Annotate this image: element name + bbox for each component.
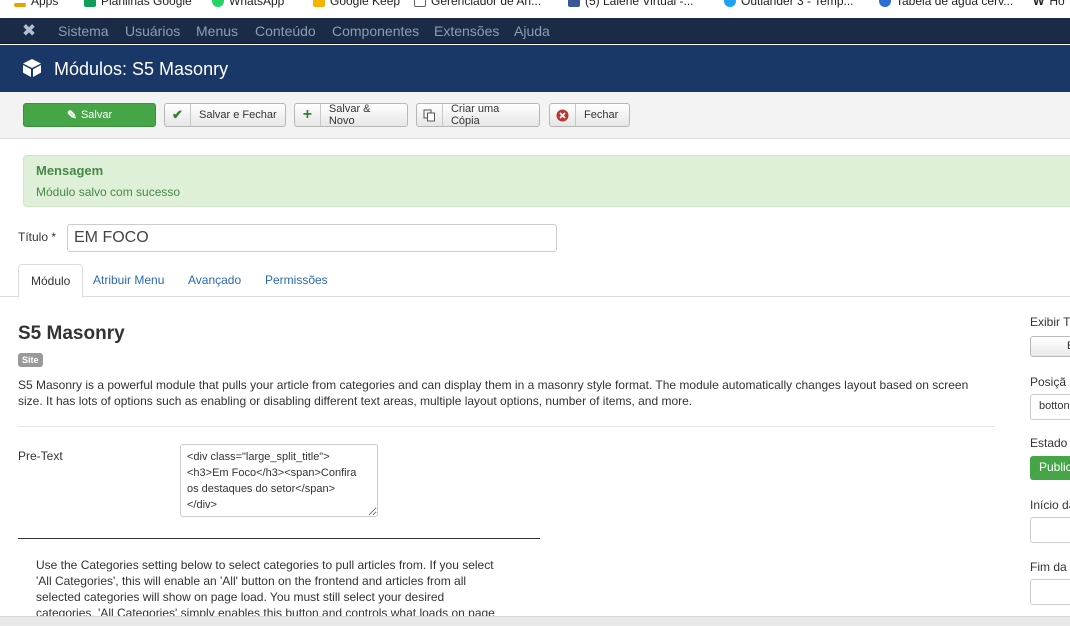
tab-permissoes[interactable]: Permissões	[253, 264, 340, 297]
facebook-icon	[568, 0, 580, 7]
whatsapp-icon	[212, 0, 224, 7]
horizontal-rule	[18, 538, 540, 539]
position-label: Posiçã	[1030, 375, 1067, 389]
bookmark-apps[interactable]: Apps	[14, 0, 58, 8]
edit-icon: ✎	[66, 108, 77, 122]
pretext-textarea[interactable]: <div class="large_split_title"> <h3>Em F…	[180, 444, 378, 517]
toolbar: ✎ Salvar ✔ Salvar e Fechar + Salvar & No…	[0, 92, 1070, 139]
nav-menus[interactable]: Menus	[196, 22, 238, 40]
title-label: Título *	[18, 230, 57, 244]
save-copy-button[interactable]: Criar uma Cópia	[416, 103, 540, 127]
bookmark-whatsapp[interactable]: WhatsApp	[212, 0, 284, 8]
nav-componentes[interactable]: Componentes	[332, 22, 419, 40]
sheets-icon	[84, 0, 96, 7]
cube-icon	[23, 59, 41, 77]
analytics-icon	[414, 0, 426, 7]
title-input[interactable]	[67, 224, 557, 252]
categories-help-text: Use the Categories setting below to sele…	[36, 558, 495, 617]
bookmark-gerenciador[interactable]: Gerenciador de An...	[414, 0, 541, 8]
tab-avancado[interactable]: Avançado	[176, 264, 253, 297]
save-close-button[interactable]: ✔ Salvar e Fechar	[164, 103, 286, 127]
module-description: S5 Masonry is a powerful module that pul…	[18, 378, 969, 408]
bookmark-outlander[interactable]: Outlander 3 - Temp...	[724, 0, 854, 8]
save-button[interactable]: ✎ Salvar	[23, 103, 156, 127]
position-select[interactable]: botton	[1030, 394, 1070, 420]
close-button[interactable]: Fechar	[549, 103, 630, 127]
message-text: Módulo salvo com sucesso	[36, 185, 181, 199]
tab-bar: Módulo Atribuir Menu Avançado Permissões	[0, 264, 1070, 298]
bookmarks-bar: Apps Planilhas Google WhatsApp Google Ke…	[0, 0, 1070, 18]
keep-icon	[313, 0, 325, 7]
bookmark-ho[interactable]: W Ho	[1033, 0, 1065, 8]
publish-end-input[interactable]	[1030, 579, 1070, 605]
site-icon	[879, 0, 891, 7]
nav-sistema[interactable]: Sistema	[58, 22, 109, 40]
nav-extensoes[interactable]: Extensões	[434, 22, 499, 40]
wiki-icon: W	[1033, 0, 1045, 8]
check-icon: ✔	[165, 104, 191, 126]
publish-end-label: Fim da	[1030, 560, 1067, 574]
tab-atribuir-menu[interactable]: Atribuir Menu	[81, 264, 176, 297]
plus-icon: +	[295, 104, 321, 126]
page-header: Módulos: S5 Masonry	[0, 45, 1070, 92]
apps-grid-icon	[14, 3, 26, 7]
pretext-label: Pre-Text	[18, 449, 63, 463]
show-title-label: Exibir T	[1030, 315, 1070, 329]
publish-start-input[interactable]	[1030, 517, 1070, 543]
nav-usuarios[interactable]: Usuários	[125, 22, 180, 40]
admin-navbar: ✖ Sistema Usuários Menus Conteúdo Compon…	[0, 18, 1070, 44]
bookmark-tabela[interactable]: Tabela de água cerv...	[879, 0, 1013, 8]
message-title: Mensagem	[36, 163, 104, 178]
save-new-button[interactable]: + Salvar & Novo	[294, 103, 408, 127]
copy-icon	[417, 104, 443, 126]
nav-conteudo[interactable]: Conteúdo	[255, 22, 316, 40]
site-badge: Site	[18, 353, 43, 367]
status-published-button[interactable]: Public	[1030, 456, 1070, 480]
nav-ajuda[interactable]: Ajuda	[514, 22, 550, 40]
publish-start-label: Início da	[1030, 498, 1070, 512]
bookmark-keep[interactable]: Google Keep	[313, 0, 400, 8]
site-icon	[724, 0, 736, 7]
joomla-logo-icon[interactable]: ✖	[20, 22, 38, 40]
show-title-toggle[interactable]: E	[1030, 336, 1070, 357]
tab-modulo[interactable]: Módulo	[18, 264, 84, 298]
bookmark-facebook[interactable]: (5) Lalehe Virtual -...	[568, 0, 694, 8]
module-name: S5 Masonry	[18, 323, 125, 344]
divider	[18, 426, 995, 427]
bookmark-planilhas[interactable]: Planilhas Google	[84, 0, 192, 8]
close-circle-icon	[550, 104, 576, 126]
status-label: Estado	[1030, 436, 1068, 450]
success-message: Mensagem Módulo salvo com sucesso	[23, 155, 1070, 207]
page-title: Módulos: S5 Masonry	[54, 59, 229, 79]
horizontal-scrollbar[interactable]	[0, 616, 1070, 626]
